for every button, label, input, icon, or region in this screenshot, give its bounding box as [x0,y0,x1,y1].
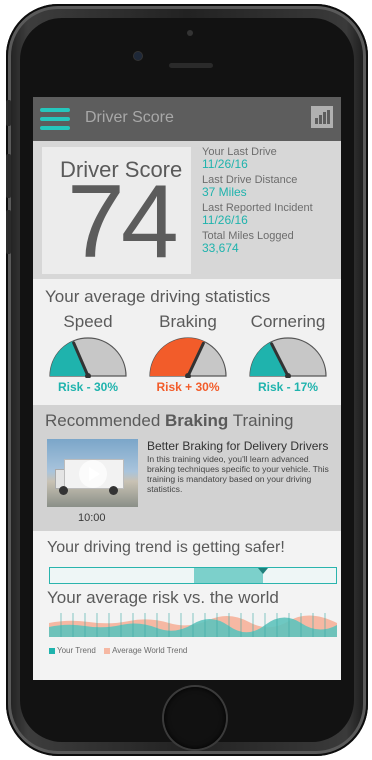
score-value: 74 [67,164,179,280]
video-title[interactable]: Better Braking for Delivery Drivers [147,439,335,453]
bar-chart-icon[interactable] [311,106,333,128]
legend-label: Your Trend [57,646,96,655]
stat-value: 11/26/16 [202,157,248,171]
trend-marker-icon [258,568,269,574]
app-header: Driver Score [33,97,341,141]
title-suffix: Training [228,411,294,430]
speed-gauge-icon [49,337,127,378]
stat-value: 33,674 [202,241,239,255]
trend-fill [194,568,264,583]
video-description: In this training video, you'll learn adv… [147,454,329,494]
stat-value: 37 Miles [202,185,247,199]
braking-gauge-icon [149,337,227,378]
gauge-label: Braking [159,312,217,331]
mute-switch [6,100,11,126]
legend-world-trend: Average World Trend [104,646,187,655]
wheel [59,486,68,495]
app-title: Driver Score [85,109,174,126]
wheel [109,486,118,495]
gauge-braking[interactable]: Braking Risk + 30% [143,312,233,394]
gauge-risk: Risk + 30% [156,380,220,394]
sensor-dot [187,30,193,36]
training-section: Recommended Braking Training 10:00 Bette… [33,405,341,531]
stat-last-incident: Last Reported Incident 11/26/16 [202,202,313,227]
trend-section: Your driving trend is getting safer! You… [33,531,341,680]
driving-stats-section: Your average driving statistics Speed Ri… [33,279,341,405]
title-bold: Braking [165,411,229,430]
stat-last-drive: Your Last Drive 11/26/16 [202,146,313,171]
drive-stats: Your Last Drive 11/26/16 Last Drive Dist… [202,146,313,258]
gauge-risk: Risk - 30% [57,380,119,394]
stat-last-distance: Last Drive Distance 37 Miles [202,174,313,199]
gauge-label: Speed [63,312,113,331]
world-title: Your average risk vs. the world [47,588,279,607]
training-title: Recommended Braking Training [45,411,294,431]
legend-your-trend: Your Trend [49,646,96,655]
section-title: Your average driving statistics [45,287,271,306]
stat-total-miles: Total Miles Logged 33,674 [202,230,313,255]
earpiece-speaker [169,63,213,68]
chart-legend: Your Trend Average World Trend [49,646,193,655]
cornering-gauge-icon [249,337,327,378]
world-trend-chart [49,613,337,637]
home-button[interactable] [164,687,226,749]
score-card: Driver Score 74 [42,147,191,280]
legend-label: Average World Trend [112,646,188,655]
play-icon[interactable] [79,460,107,488]
video-thumbnail[interactable] [47,439,138,507]
stat-value: 11/26/16 [202,213,248,227]
trend-title: Your driving trend is getting safer! [47,539,285,556]
gauge-cornering[interactable]: Cornering Risk - 17% [243,312,333,394]
gauge-label: Cornering [250,312,326,331]
training-text: Better Braking for Delivery Drivers In t… [147,439,335,494]
trend-bar [49,567,337,584]
gauge-risk: Risk - 17% [257,380,319,394]
app-screen: Driver Score Driver Score 74 Your Last D… [33,97,341,680]
gauge-speed[interactable]: Speed Risk - 30% [43,312,133,394]
score-section: Driver Score 74 Your Last Drive 11/26/16… [33,141,341,279]
volume-down-button [6,210,11,254]
hamburger-icon[interactable] [40,108,70,130]
title-prefix: Recommended [45,411,166,430]
volume-up-button [6,154,11,198]
video-duration: 10:00 [78,512,106,524]
front-camera [134,52,142,60]
